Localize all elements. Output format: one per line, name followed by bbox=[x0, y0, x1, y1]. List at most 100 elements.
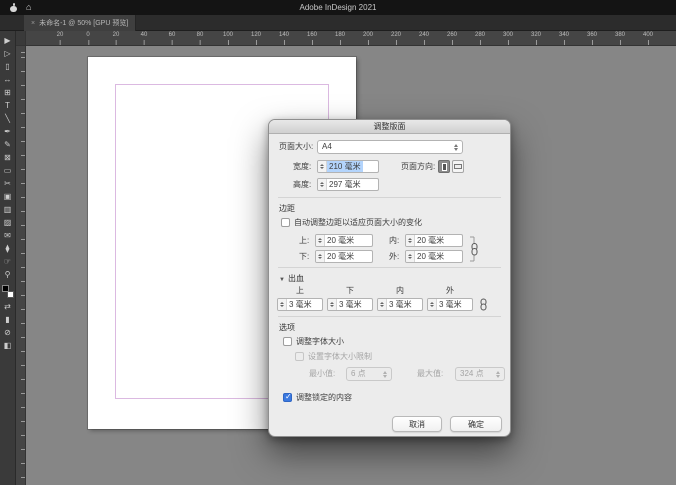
width-field[interactable]: 210 毫米 bbox=[317, 160, 379, 173]
margin-top-label: 上: bbox=[299, 234, 309, 247]
gap-tool-icon[interactable]: ↔ bbox=[1, 73, 15, 86]
home-icon[interactable]: ⌂ bbox=[26, 0, 31, 15]
auto-adjust-margins-checkbox[interactable]: 自动调整边距以适应页面大小的变化 bbox=[281, 217, 422, 228]
stroke-swatch[interactable] bbox=[7, 291, 14, 298]
stepper-icon[interactable] bbox=[316, 251, 325, 262]
line-tool-icon[interactable]: ╲ bbox=[1, 112, 15, 125]
margin-bottom-value: 20 毫米 bbox=[325, 251, 356, 262]
app-title: Adobe InDesign 2021 bbox=[0, 3, 676, 12]
vertical-ruler-ticks bbox=[21, 46, 25, 485]
margins-link-icon[interactable] bbox=[469, 234, 480, 264]
rectangle-frame-tool-icon[interactable]: ⊠ bbox=[1, 151, 15, 164]
ruler-tick-label: 380 bbox=[615, 32, 625, 38]
document-tab[interactable]: × 未命名-1 @ 50% [GPU 预览] bbox=[24, 15, 136, 31]
tab-bar: × 未命名-1 @ 50% [GPU 预览] bbox=[0, 15, 676, 31]
note-tool-icon[interactable]: ✉ bbox=[1, 229, 15, 242]
dialog-body: 页面大小: A4 宽度: 210 毫米 页面方向: 高度: 297 毫米 边距 … bbox=[269, 134, 510, 436]
margin-top-field[interactable]: 20 毫米 bbox=[315, 234, 373, 247]
vertical-ruler[interactable] bbox=[16, 46, 26, 485]
pencil-tool-icon[interactable]: ✎ bbox=[1, 138, 15, 151]
content-collector-tool-icon[interactable]: ⊞ bbox=[1, 86, 15, 99]
min-size-dropdown: 6 点 bbox=[346, 367, 392, 381]
bleed-headers: 上下内外 bbox=[277, 286, 477, 296]
portrait-icon bbox=[442, 163, 447, 171]
stepper-icon[interactable] bbox=[316, 235, 325, 246]
stepper-icon[interactable] bbox=[406, 235, 415, 246]
apply-color-button[interactable]: ▮ bbox=[1, 313, 15, 326]
horizontal-ruler[interactable]: 2002040608010012014016018020022024026028… bbox=[16, 31, 676, 46]
margin-inside-field[interactable]: 20 毫米 bbox=[405, 234, 463, 247]
free-transform-tool-icon[interactable]: ▣ bbox=[1, 190, 15, 203]
landscape-orientation-button[interactable] bbox=[452, 160, 464, 173]
bleed-field-3[interactable]: 3 毫米 bbox=[427, 298, 473, 311]
checkbox-icon bbox=[281, 218, 290, 227]
bleed-section-header[interactable]: ▼出血 bbox=[279, 273, 304, 286]
stepper-icon[interactable] bbox=[278, 299, 287, 310]
ruler-tick-label: 280 bbox=[475, 32, 485, 38]
checkbox-icon bbox=[295, 352, 304, 361]
page-size-dropdown[interactable]: A4 bbox=[317, 140, 463, 154]
cancel-button[interactable]: 取消 bbox=[392, 416, 442, 432]
height-field[interactable]: 297 毫米 bbox=[317, 178, 379, 191]
fill-stroke-swatches[interactable] bbox=[2, 285, 14, 298]
apply-none-button[interactable]: ⊘ bbox=[1, 326, 15, 339]
auto-adjust-margins-label: 自动调整边距以适应页面大小的变化 bbox=[294, 217, 422, 228]
ruler-tick-label: 400 bbox=[643, 32, 653, 38]
zoom-tool-icon[interactable]: ⚲ bbox=[1, 268, 15, 281]
fill-swatch[interactable] bbox=[2, 285, 9, 292]
dialog-title-bar[interactable]: 调整版面 bbox=[269, 120, 510, 134]
gradient-swatch-tool-icon[interactable]: ▥ bbox=[1, 203, 15, 216]
pen-tool-icon[interactable]: ✒ bbox=[1, 125, 15, 138]
height-label: 高度: bbox=[293, 178, 311, 191]
selection-tool-icon[interactable]: ▶ bbox=[1, 34, 15, 47]
checkbox-checked-icon bbox=[283, 393, 292, 402]
margin-outside-field[interactable]: 20 毫米 bbox=[405, 250, 463, 263]
ruler-tick-label: 180 bbox=[335, 32, 345, 38]
margin-bottom-field[interactable]: 20 毫米 bbox=[315, 250, 373, 263]
ruler-tick-label: 40 bbox=[141, 32, 148, 38]
type-tool-icon[interactable]: T bbox=[1, 99, 15, 112]
bleed-column-header: 下 bbox=[327, 286, 373, 296]
eyedropper-tool-icon[interactable]: ⧫ bbox=[1, 242, 15, 255]
min-size-label: 最小值: bbox=[309, 367, 335, 380]
bleed-value: 3 毫米 bbox=[387, 299, 414, 310]
adjust-locked-content-checkbox[interactable]: 调整锁定的内容 bbox=[283, 392, 352, 403]
max-size-dropdown: 324 点 bbox=[455, 367, 505, 381]
width-value: 210 毫米 bbox=[327, 161, 363, 172]
ruler-tick-label: 20 bbox=[113, 32, 120, 38]
stepper-icon[interactable] bbox=[328, 299, 337, 310]
rectangle-tool-icon[interactable]: ▭ bbox=[1, 164, 15, 177]
ruler-tick-label: 360 bbox=[587, 32, 597, 38]
bleed-field-0[interactable]: 3 毫米 bbox=[277, 298, 323, 311]
ruler-corner[interactable] bbox=[16, 31, 26, 46]
stepper-icon[interactable] bbox=[406, 251, 415, 262]
stepper-icon[interactable] bbox=[378, 299, 387, 310]
page-tool-icon[interactable]: ▯ bbox=[1, 60, 15, 73]
adjust-font-size-checkbox[interactable]: 调整字体大小 bbox=[283, 336, 344, 347]
screen-mode-button[interactable]: ◧ bbox=[1, 339, 15, 352]
apple-menu-icon[interactable] bbox=[10, 3, 17, 12]
hand-tool-icon[interactable]: ☞ bbox=[1, 255, 15, 268]
adjust-layout-dialog: 调整版面 页面大小: A4 宽度: 210 毫米 页面方向: 高度: 297 毫… bbox=[268, 119, 511, 437]
bleed-link-icon[interactable] bbox=[479, 298, 488, 311]
ruler-tick-label: 60 bbox=[169, 32, 176, 38]
tab-close-icon[interactable]: × bbox=[31, 20, 35, 27]
ok-button[interactable]: 确定 bbox=[450, 416, 502, 432]
ruler-tick-label: 20 bbox=[57, 32, 64, 38]
ruler-tick-label: 340 bbox=[559, 32, 569, 38]
checkbox-icon bbox=[283, 337, 292, 346]
height-stepper-icon[interactable] bbox=[318, 179, 327, 190]
height-value: 297 毫米 bbox=[327, 179, 363, 190]
stepper-icon[interactable] bbox=[428, 299, 437, 310]
gradient-feather-tool-icon[interactable]: ▨ bbox=[1, 216, 15, 229]
min-size-value: 6 点 bbox=[351, 368, 381, 380]
disclosure-triangle-icon[interactable]: ▼ bbox=[279, 277, 285, 283]
direct-selection-tool-icon[interactable]: ▷ bbox=[1, 47, 15, 60]
width-stepper-icon[interactable] bbox=[318, 161, 327, 172]
scissors-tool-icon[interactable]: ✂ bbox=[1, 177, 15, 190]
divider bbox=[278, 316, 501, 317]
portrait-orientation-button[interactable] bbox=[438, 160, 450, 173]
bleed-field-1[interactable]: 3 毫米 bbox=[327, 298, 373, 311]
bleed-field-2[interactable]: 3 毫米 bbox=[377, 298, 423, 311]
swap-fill-stroke-icon[interactable]: ⇄ bbox=[1, 300, 15, 313]
